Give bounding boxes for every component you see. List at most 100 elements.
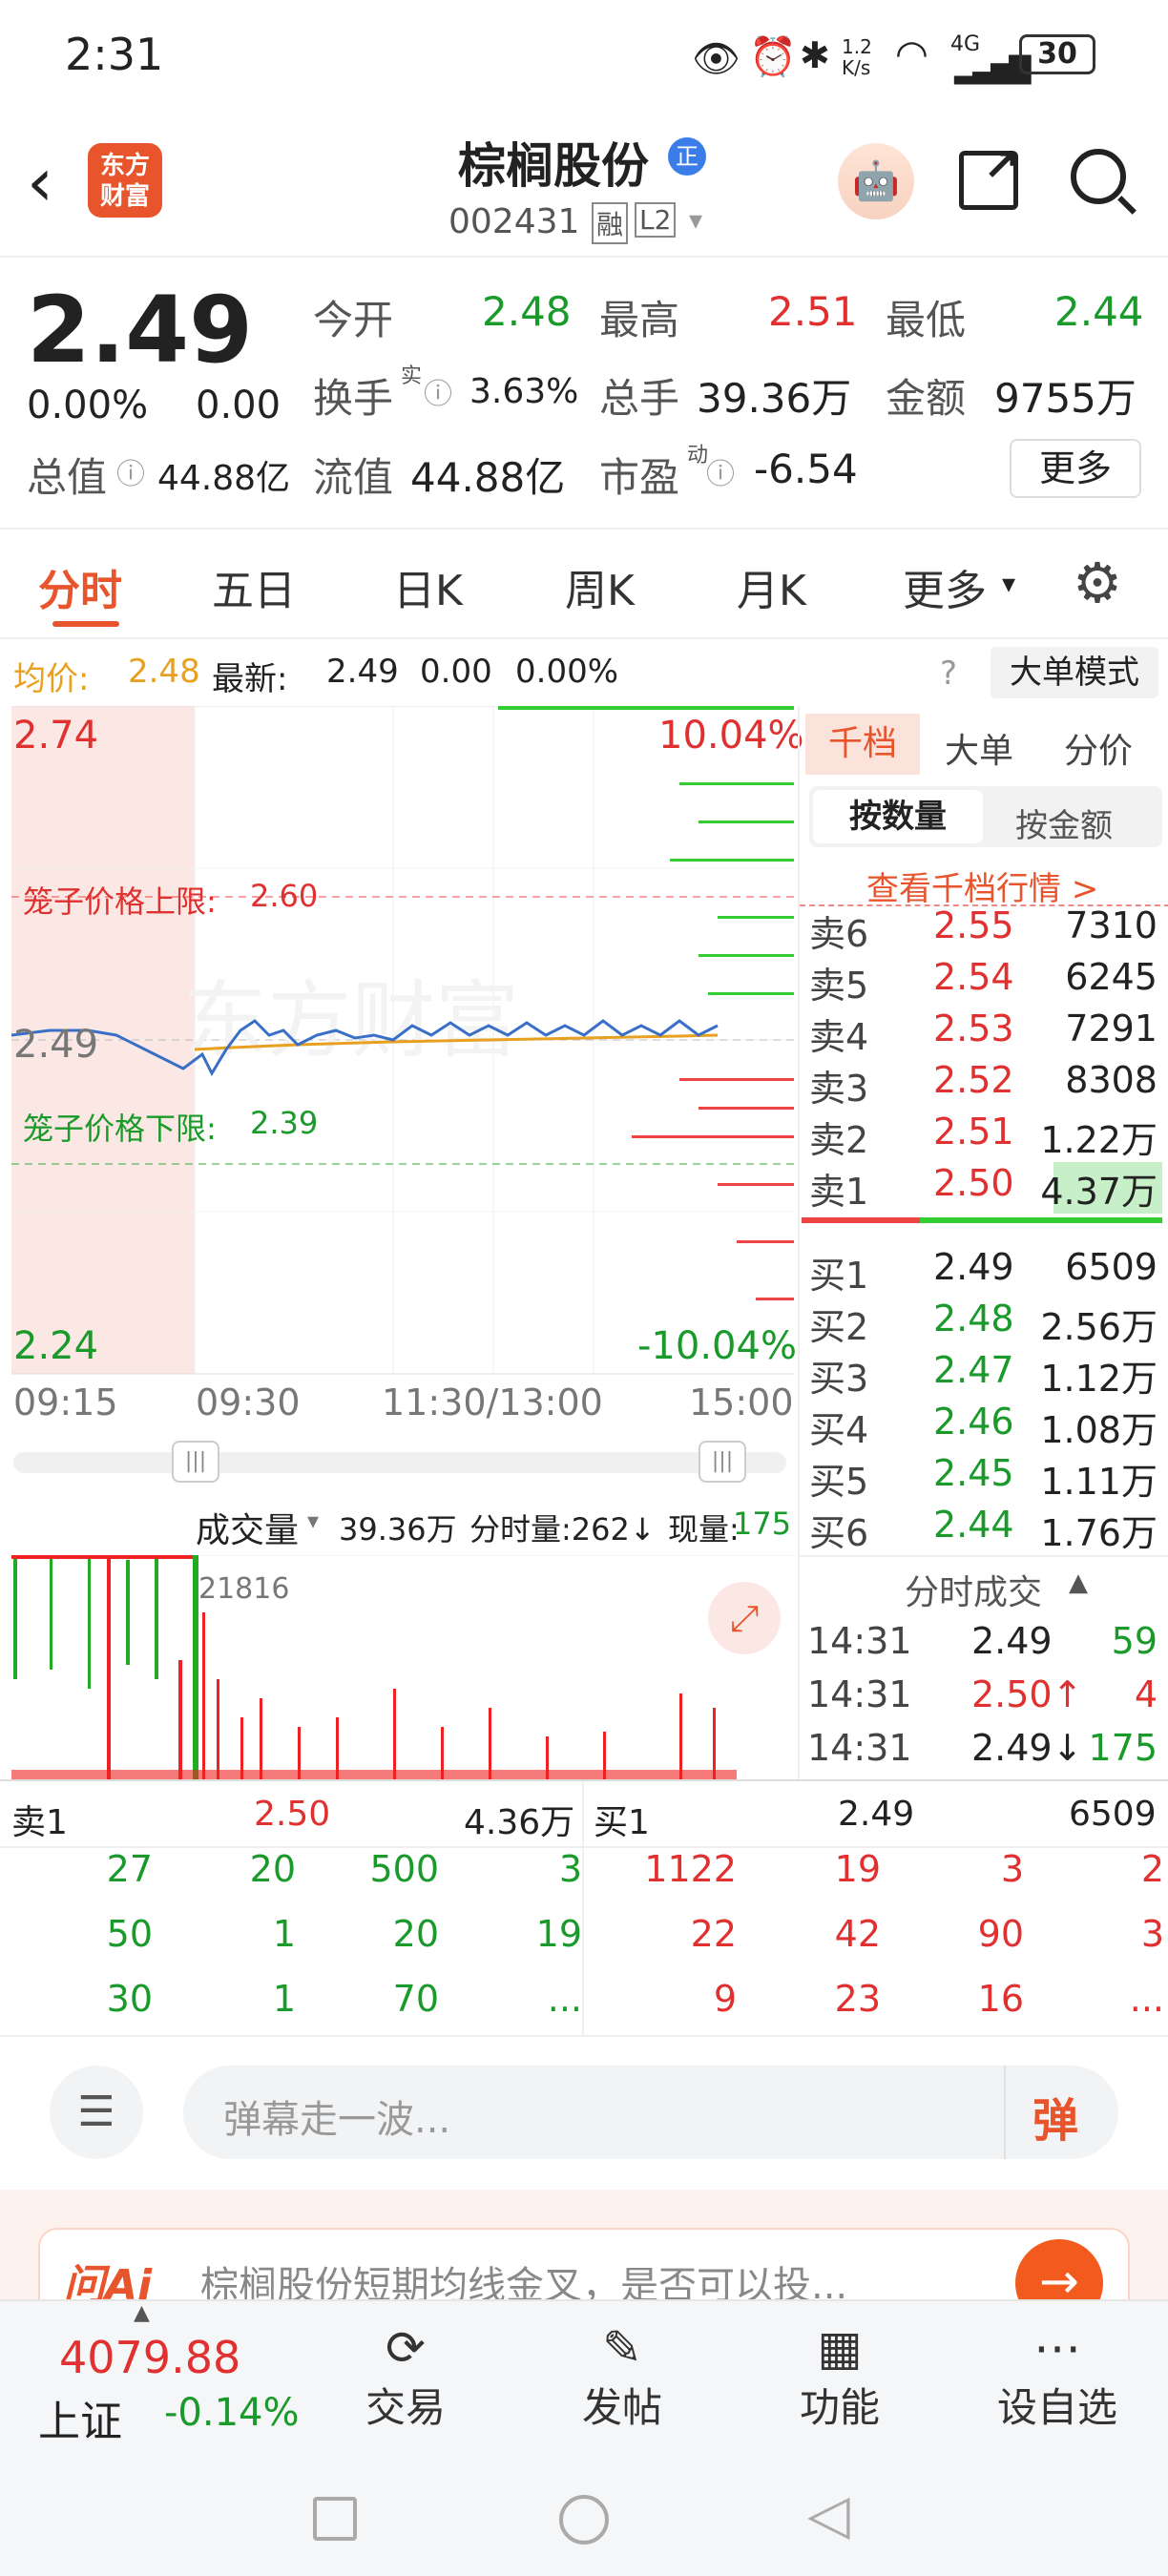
tab-monthly[interactable]: 月K	[737, 556, 806, 617]
tab-depth[interactable]: 千档	[805, 714, 920, 775]
tab-big-order[interactable]: 大单	[945, 723, 1013, 773]
back-nav-icon[interactable]: ◁	[807, 2482, 850, 2546]
sell-queue-cell: 20	[392, 1913, 439, 1955]
more-button[interactable]: 更多	[1010, 439, 1141, 498]
ask-row[interactable]: 卖2 2.51 1.22万	[800, 1111, 1162, 1162]
danmaku-send-button[interactable]: 弹	[1032, 2083, 1078, 2150]
ask-label: 卖1	[809, 1171, 869, 1213]
nav-post[interactable]: ✎ 发帖	[555, 2320, 689, 2434]
danmaku-input[interactable]: 弹幕走一波... 弹	[183, 2066, 1118, 2159]
nav-functions[interactable]: ▦ 功能	[773, 2320, 907, 2434]
turnover-label: 换手	[313, 375, 394, 422]
bid-row[interactable]: 买5 2.45 1.11万	[800, 1452, 1162, 1504]
y-min: 2.24	[13, 1324, 99, 1368]
x-label-close: 15:00	[689, 1381, 794, 1423]
upper-limit-value: 2.60	[250, 878, 319, 914]
caret-down-icon[interactable]: ▾	[1002, 568, 1015, 599]
nav-add-watchlist[interactable]: ⋯ 设自选	[991, 2320, 1124, 2434]
tick-volume: 分时量:262↓	[469, 1511, 656, 1548]
robot-assistant-icon[interactable]: 🤖	[838, 143, 914, 219]
recent-apps-icon[interactable]	[313, 2497, 357, 2541]
bid-label: 买1	[809, 1255, 869, 1297]
mktcap-label: 总值	[27, 454, 108, 501]
tick-time: 14:31	[807, 1673, 912, 1715]
logo-text-bottom: 财富	[99, 182, 150, 211]
caret-down-icon[interactable]: ▾	[307, 1507, 319, 1534]
danmaku-placeholder: 弹幕走一波...	[223, 2098, 451, 2142]
chevron-down-icon[interactable]: ▾	[689, 204, 702, 236]
bid-vol: 2.56万	[1040, 1306, 1158, 1348]
queue-buy-label: 买1	[594, 1803, 650, 1842]
help-icon[interactable]: ?	[940, 654, 957, 693]
mktcap-value: 44.88亿	[157, 459, 291, 498]
ask-row[interactable]: 卖3 2.52 8308	[800, 1059, 1162, 1111]
range-handle-right[interactable]: |||	[699, 1441, 746, 1483]
low-label: 最低	[886, 297, 967, 343]
tick-price: 2.49	[971, 1620, 1053, 1662]
info-icon[interactable]: ⓘ	[116, 450, 145, 492]
info-icon[interactable]: ⓘ	[706, 450, 735, 492]
caret-up-icon[interactable]: ▲	[1069, 1568, 1088, 1597]
gear-icon[interactable]: ⚙	[1073, 551, 1122, 615]
ask-vol: 7310	[1065, 904, 1158, 946]
eye-icon: 👁	[692, 37, 740, 81]
edit-icon: ✎	[602, 2320, 642, 2376]
share-arrow-icon: ↗	[983, 139, 1020, 191]
sell-queue-cell: ...	[547, 1978, 582, 2020]
volume-chart[interactable]	[11, 1555, 794, 1779]
buy-queue-cell: ...	[1129, 1978, 1164, 2020]
bid-row[interactable]: 买6 2.44 1.76万	[800, 1504, 1162, 1555]
ask-row[interactable]: 卖4 2.53 7291	[800, 1008, 1162, 1059]
bid-row[interactable]: 买4 2.46 1.08万	[800, 1401, 1162, 1452]
bottom-nav: ▲ 4079.88 上证 -0.14% ⟳ 交易 ✎ 发帖 ▦ 功能 ⋯ 设自选	[0, 2299, 1168, 2447]
tick-vol: 175	[1088, 1727, 1158, 1769]
ask-row[interactable]: 卖5 2.54 6245	[800, 956, 1162, 1008]
view-depth-link[interactable]: 查看千档行情 >	[866, 862, 1098, 909]
index-value[interactable]: 4079.88	[59, 2332, 240, 2383]
order-queue: 卖1 2.50 4.36万 买1 2.49 6509 27 20 500 3 50 1 20…	[0, 1779, 1168, 2039]
tab-five-day[interactable]: 五日	[212, 556, 296, 617]
ask-row[interactable]: 卖1 2.50 4.37万	[800, 1162, 1162, 1214]
back-icon[interactable]: ‹	[27, 143, 53, 221]
nav-trade[interactable]: ⟳ 交易	[339, 2320, 472, 2434]
ask-row[interactable]: 卖6 2.55 7310	[800, 904, 1162, 956]
open-label: 今开	[313, 297, 394, 343]
index-name[interactable]: 上证	[38, 2387, 122, 2448]
buy-queue-cell: 3	[1000, 1848, 1024, 1890]
tab-weekly[interactable]: 周K	[565, 556, 635, 617]
danmaku-settings-icon[interactable]: ☰	[50, 2066, 143, 2159]
x-label-midday: 11:30/13:00	[382, 1381, 603, 1423]
bid-row[interactable]: 买1 2.49 6509	[800, 1246, 1162, 1298]
stock-name: 棕榈股份	[458, 138, 649, 194]
bid-row[interactable]: 买2 2.48 2.56万	[800, 1298, 1162, 1349]
tab-minute[interactable]: 分时	[38, 556, 122, 617]
stock-code: 002431	[448, 202, 580, 241]
bid-row[interactable]: 买3 2.47 1.12万	[800, 1349, 1162, 1401]
home-icon[interactable]	[559, 2495, 609, 2545]
info-icon[interactable]: ⓘ	[424, 370, 452, 412]
index-change[interactable]: -0.14%	[164, 2391, 300, 2435]
sub-tab-by-amount[interactable]: 按金额	[1015, 800, 1113, 846]
range-slider[interactable]	[13, 1452, 786, 1473]
search-icon[interactable]	[1071, 149, 1126, 204]
big-order-mode-button[interactable]: 大单模式	[991, 647, 1158, 698]
pe-sup: 动	[687, 444, 709, 467]
tab-more[interactable]: 更多	[903, 556, 987, 617]
l2-tag[interactable]: L2	[635, 202, 677, 238]
clock: 2:31	[65, 29, 164, 80]
app-logo[interactable]: 东方 财富	[88, 143, 162, 218]
sub-tab-by-volume[interactable]: 按数量	[813, 790, 983, 843]
expand-icon[interactable]: ⤢	[708, 1582, 781, 1654]
sell-queue-cell: 1	[272, 1913, 296, 1955]
range-handle-left[interactable]: |||	[172, 1441, 219, 1483]
tab-price-dist[interactable]: 分价	[1064, 723, 1133, 773]
ask-price: 2.52	[933, 1059, 1014, 1101]
tab-daily[interactable]: 日K	[393, 556, 463, 617]
queue-sell-price: 2.50	[254, 1795, 331, 1834]
ask-price: 2.55	[933, 904, 1014, 946]
wifi-icon: ◠	[895, 32, 928, 76]
ticks-title[interactable]: 分时成交	[905, 1565, 1042, 1614]
upper-limit-label: 笼子价格上限:	[23, 883, 217, 920]
yen-icon: ⟳	[386, 2320, 426, 2376]
volume-selector[interactable]: 成交量	[196, 1503, 299, 1552]
